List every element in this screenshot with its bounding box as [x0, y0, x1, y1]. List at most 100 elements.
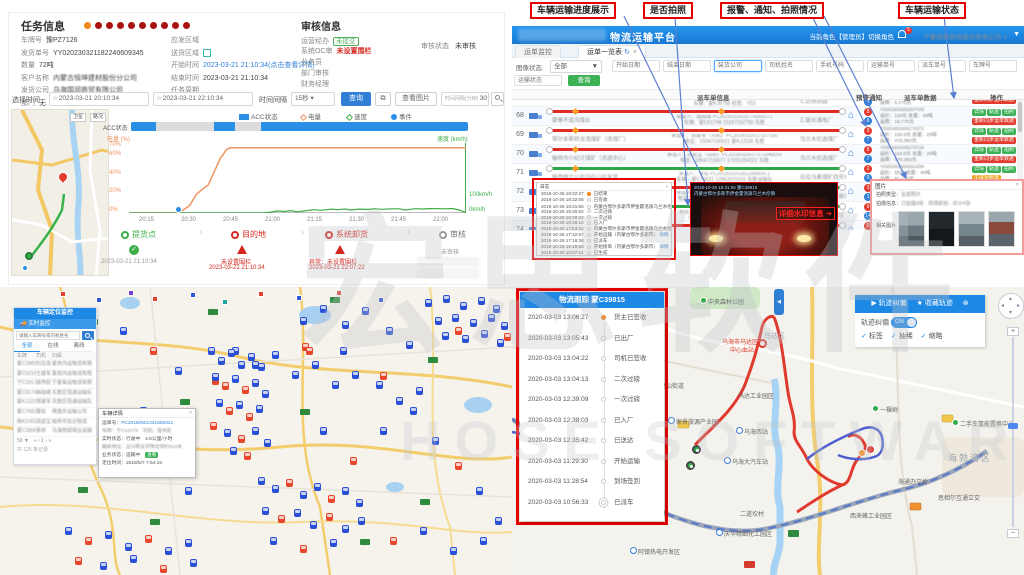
vehicle-marker-icon[interactable] — [248, 353, 255, 361]
vehicle-marker-icon[interactable] — [212, 373, 219, 381]
close-icon[interactable]: × — [1016, 182, 1019, 188]
status-action-button[interactable]: 重新同步运单数据 — [972, 118, 1016, 125]
vehicle-marker-icon[interactable] — [300, 317, 307, 325]
photo-button[interactable]: 拍照 — [1002, 128, 1016, 135]
correct-track-button[interactable]: ▶ 轨迹纠偏 — [871, 300, 906, 307]
track-button[interactable]: 轨迹 — [987, 166, 1001, 173]
home-icon[interactable]: ⌂ — [848, 148, 854, 159]
vehicle-marker-icon[interactable] — [342, 487, 349, 495]
vehicle-marker-icon[interactable] — [476, 487, 483, 495]
route-start-marker[interactable] — [692, 445, 701, 454]
query-button[interactable]: 查询 — [341, 92, 371, 106]
close-icon[interactable]: × — [665, 184, 668, 189]
vehicle-marker-icon[interactable] — [300, 491, 307, 499]
status-action-button[interactable]: 重新同步运单数据 — [972, 100, 1016, 104]
vehicle-marker-icon[interactable] — [455, 462, 462, 470]
notice-count-badge[interactable]: 6 — [864, 117, 872, 125]
status-dot-icon[interactable] — [172, 22, 179, 29]
vehicle-marker-icon[interactable] — [185, 539, 192, 547]
status-dot-icon[interactable] — [128, 22, 135, 29]
detail-button[interactable]: 详情 — [972, 128, 986, 135]
track-button[interactable]: 轨迹 — [987, 128, 1001, 135]
correction-toggle[interactable]: ON — [891, 317, 917, 328]
vehicle-marker-icon[interactable] — [328, 495, 335, 503]
vehicle-marker-icon[interactable] — [125, 543, 132, 551]
vehicle-marker-icon[interactable] — [310, 521, 317, 529]
map-pan-control[interactable]: ▴ ▾ ◂ ▸ — [998, 293, 1024, 319]
satellite-button[interactable]: 卫星 — [70, 113, 86, 122]
status-dot-icon[interactable] — [139, 22, 146, 29]
search-icon-button[interactable] — [491, 92, 504, 106]
vehicle-marker-icon[interactable] — [432, 437, 439, 445]
view-images-button[interactable]: 查看图片 — [395, 92, 437, 106]
scrollbar-thumb[interactable] — [1018, 102, 1022, 132]
table-row[interactable]: 70 榆林市小纪汗煤矿（洗选中心） 承运人：高延宝（司机）PC201810261… — [512, 145, 1024, 164]
vehicle-marker-icon[interactable] — [216, 399, 223, 407]
vehicle-marker-icon[interactable] — [443, 295, 450, 303]
detail-button[interactable]: 详情 — [972, 147, 986, 154]
vehicle-marker-icon[interactable] — [455, 327, 462, 335]
vehicle-row[interactable]: 蒙C52160王建军蒙西鸿运物流有限公司 — [14, 370, 96, 380]
vehicle-marker-icon[interactable] — [362, 307, 369, 315]
vehicle-marker-icon[interactable] — [320, 427, 327, 435]
vehicle-marker-icon[interactable] — [218, 357, 225, 365]
refresh-icon[interactable]: ↻ — [624, 49, 630, 56]
vehicle-marker-icon[interactable] — [272, 485, 279, 493]
view-button[interactable]: 查看 — [145, 452, 158, 458]
collapse-caret-icon[interactable]: ▼ — [1013, 31, 1020, 38]
vehicle-marker-icon[interactable] — [262, 507, 269, 515]
status-dot-icon[interactable] — [117, 22, 124, 29]
vehicle-row[interactable]: 蒙C39815刘志强蒙西鸿运物流有限公司 — [14, 360, 96, 370]
filter-input[interactable] — [714, 60, 762, 72]
photo-button[interactable]: 拍照 — [1002, 147, 1016, 154]
log-link[interactable]: 详情 — [659, 244, 668, 249]
vehicle-marker-icon[interactable] — [504, 333, 511, 341]
end-time-input[interactable]: ○ 2023-03-21 22:10:34 — [153, 92, 253, 106]
vehicle-marker-icon[interactable] — [210, 422, 217, 430]
route-end-marker[interactable] — [866, 445, 875, 454]
legend-item[interactable]: 速度 — [347, 111, 367, 121]
vehicle-marker-icon[interactable] — [330, 539, 337, 547]
option-checkbox[interactable]: ✓抽稀 — [891, 331, 913, 341]
vehicle-marker-icon[interactable] — [452, 314, 459, 322]
home-icon[interactable]: ⌂ — [848, 224, 854, 230]
vehicle-marker-icon[interactable] — [238, 435, 245, 443]
photo-thumbnail[interactable] — [958, 211, 985, 247]
photo-thumbnail[interactable] — [988, 211, 1015, 247]
page-size-select[interactable]: 50 ▼ — [17, 438, 29, 444]
route-end-marker[interactable] — [858, 449, 866, 457]
zoom-knob[interactable] — [1008, 423, 1018, 429]
home-icon[interactable]: ⌂ — [848, 100, 854, 102]
status-dot-icon[interactable] — [95, 22, 102, 29]
vehicle-marker-icon[interactable] — [175, 367, 182, 375]
vehicle-row[interactable]: 蒙C61748姚晓峰东胜区恒通运输队 — [14, 389, 96, 399]
pager-controls[interactable]: « ‹ 1 › » — [34, 438, 51, 444]
vehicle-marker-icon[interactable] — [420, 527, 427, 535]
table-row[interactable]: 68 蒙泰不连沟煤业 承运人：姚晓峰 PC2018102615774300271… — [512, 107, 1024, 126]
vehicle-marker-icon[interactable] — [238, 361, 245, 369]
close-circle-icon[interactable]: ⊗ — [963, 300, 969, 307]
vehicle-marker-icon[interactable] — [332, 381, 339, 389]
vehicle-marker-icon[interactable] — [244, 452, 251, 460]
filter-input[interactable] — [918, 60, 966, 72]
vehicle-marker-icon[interactable] — [342, 525, 349, 533]
poi-icon[interactable] — [258, 291, 264, 297]
vehicle-marker-icon[interactable] — [228, 349, 235, 357]
alarm-count-badge[interactable]: 6 — [864, 146, 872, 154]
vehicle-marker-icon[interactable] — [470, 319, 477, 327]
vehicle-marker-icon[interactable] — [105, 531, 112, 539]
tab-monitor[interactable]: 运单监控 — [515, 45, 561, 58]
vehicle-marker-icon[interactable] — [481, 330, 488, 338]
vehicle-marker-icon[interactable] — [460, 302, 467, 310]
vehicle-marker-icon[interactable] — [340, 347, 347, 355]
vehicle-marker-icon[interactable] — [300, 545, 307, 553]
vehicle-marker-icon[interactable] — [256, 405, 263, 413]
poi-icon[interactable] — [296, 295, 302, 301]
vehicle-marker-icon[interactable] — [450, 547, 457, 555]
home-icon[interactable]: ⌂ — [848, 129, 854, 140]
alarm-count-badge[interactable]: 3 — [864, 127, 872, 135]
poi-icon[interactable] — [128, 290, 134, 296]
status-dot-icon[interactable] — [183, 22, 190, 29]
vehicle-marker-icon[interactable] — [376, 381, 383, 389]
filter-input[interactable] — [969, 60, 1017, 72]
